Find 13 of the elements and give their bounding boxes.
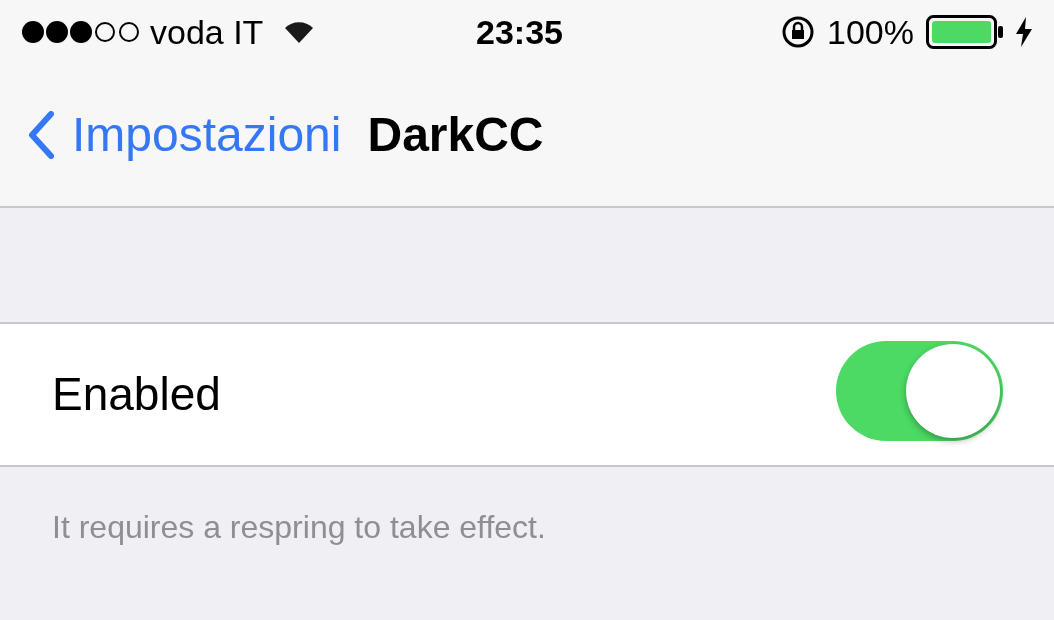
- page-title: DarkCC: [367, 107, 544, 163]
- carrier-name: voda IT: [150, 11, 264, 53]
- signal-icon: [22, 21, 140, 43]
- back-chevron-icon: [28, 111, 54, 159]
- battery-percent: 100%: [827, 11, 914, 53]
- clock-time: 23:35: [476, 11, 563, 53]
- setting-label: Enabled: [52, 367, 221, 422]
- battery-icon: [926, 15, 1004, 49]
- charging-bolt-icon: [1016, 17, 1032, 47]
- rotation-lock-icon: [781, 15, 816, 49]
- back-button[interactable]: Impostazioni: [28, 99, 342, 171]
- wifi-icon: [283, 19, 316, 45]
- footer-note: It requires a respring to take effect.: [52, 509, 546, 545]
